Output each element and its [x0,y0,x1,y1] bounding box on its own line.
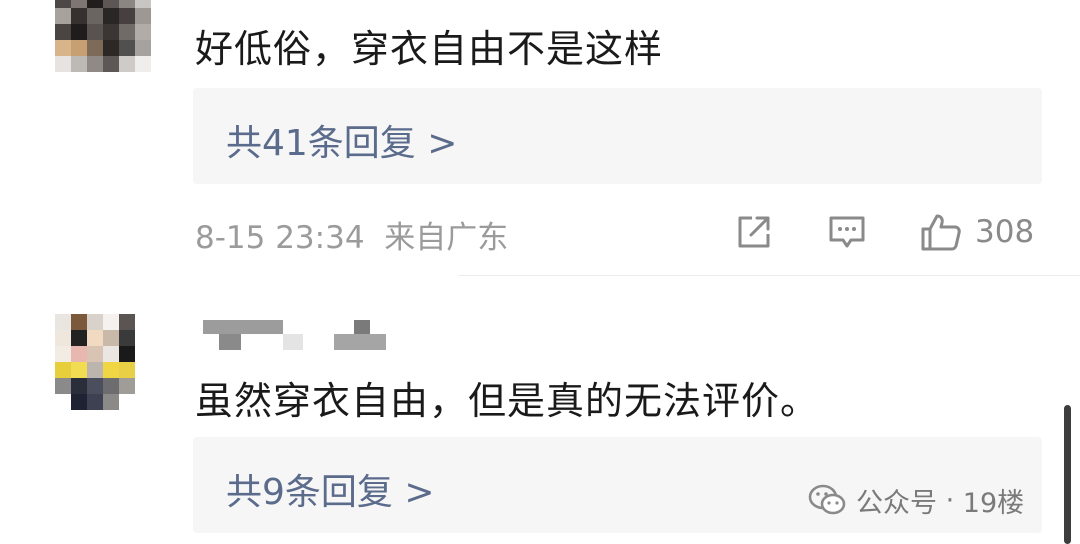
like-count: 308 [975,214,1035,250]
scrollbar[interactable] [1064,405,1071,544]
reply-summary-box[interactable]: 共41条回复 > [193,88,1042,184]
comment-icon [829,216,865,248]
reply-comment-button[interactable] [827,210,867,254]
view-replies-link[interactable]: 共41条回复 > [226,114,457,166]
watermark: 公众号 · 19楼 [808,480,1024,520]
comment-thread: 好低俗，穿衣自由不是这样 共41条回复 > 8-15 23:34 来自广东 30… [0,0,1080,544]
share-icon [738,216,770,248]
comment-text: 虽然穿衣自由，但是真的无法评价。 [195,379,820,423]
floor-number: 19楼 [962,487,1025,519]
view-replies-link[interactable]: 共9条回复 > [226,463,435,515]
avatar[interactable] [55,0,151,72]
watermark-source: 公众号 [856,487,937,519]
avatar[interactable] [55,314,151,410]
comment-text: 好低俗，穿衣自由不是这样 [195,27,664,71]
location: 来自广东 [384,220,509,256]
timestamp-location: 8-15 23:34 来自广东 [195,212,508,257]
watermark-separator: · [945,484,955,516]
thumbs-up-icon [921,214,961,251]
timestamp: 8-15 23:34 [195,220,365,256]
wechat-icon [808,484,846,515]
like-button[interactable]: 308 [919,210,1034,254]
comment-meta: 8-15 23:34 来自广东 308 [195,210,1045,257]
share-button[interactable] [735,210,773,254]
divider [458,275,1080,276]
